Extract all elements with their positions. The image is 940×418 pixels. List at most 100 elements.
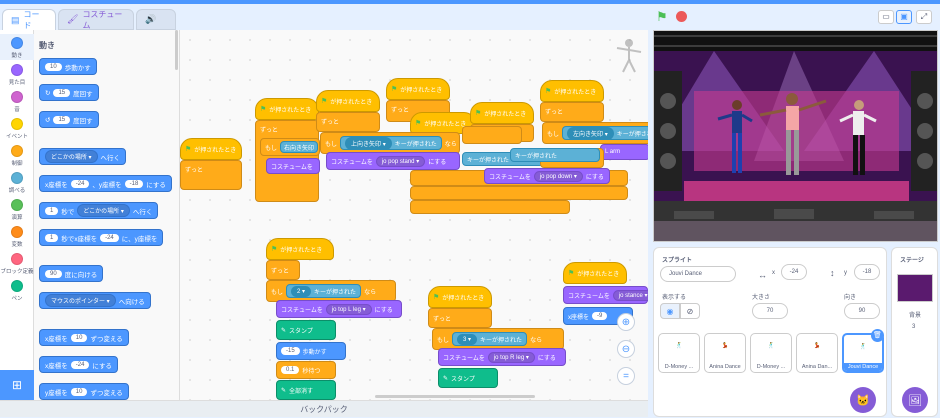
key-pressed-sensor[interactable]: 左向き矢印 ▾キーが押された xyxy=(562,126,648,140)
if-block[interactable] xyxy=(462,126,522,144)
key-pressed-sensor[interactable]: 右向き矢印 xyxy=(280,141,319,153)
category-6[interactable]: 演算 xyxy=(0,196,34,222)
steps-input[interactable]: -15 xyxy=(281,347,300,355)
goto-xy-block[interactable]: x座標を -24 、y座標を -18 にする xyxy=(39,175,172,192)
costume-dropdown[interactable]: jo top L leg ▾ xyxy=(325,303,372,315)
goto-block[interactable]: どこかの場所 ▾ へ行く xyxy=(39,148,127,165)
key-dropdown[interactable]: 2 ▾ xyxy=(291,285,312,297)
when-flag-clicked-block[interactable]: ⚑ が押されたとき xyxy=(255,98,319,120)
stop-button[interactable] xyxy=(676,11,687,22)
x-input[interactable]: -24 xyxy=(70,179,90,188)
large-stage-button[interactable]: ▣ xyxy=(896,10,912,24)
key-pressed-sensor[interactable]: 上向き矢印 ▾ キーが押された xyxy=(340,136,442,150)
category-0[interactable]: 動き xyxy=(0,34,34,60)
target-dropdown[interactable]: どこかの場所 ▾ xyxy=(77,204,130,217)
when-flag-clicked-block[interactable]: ⚑ が押されたとき xyxy=(266,238,334,260)
glide-xy-block[interactable]: 1 秒でx座標を -24 に、y座標を xyxy=(39,229,164,246)
erase-all-block[interactable]: ✎ 全部消す xyxy=(276,380,336,400)
category-1[interactable]: 見た目 xyxy=(0,61,34,87)
forever-block[interactable]: ずっと xyxy=(540,102,604,122)
palette-scrollbar[interactable] xyxy=(175,30,178,70)
sprite-tile[interactable]: 💃 Anina Dan... xyxy=(796,333,838,373)
tab-code[interactable]: ▤ コード xyxy=(2,9,56,30)
degrees-input[interactable]: 15 xyxy=(53,88,71,97)
category-5[interactable]: 調べる xyxy=(0,169,34,195)
script-area-scrollbar[interactable] xyxy=(375,395,535,398)
category-9[interactable]: ペン xyxy=(0,277,34,303)
if-block[interactable]: もし 右向き矢印 xyxy=(260,138,320,156)
backpack-bar[interactable]: バックパック xyxy=(0,400,648,417)
costume-dropdown[interactable]: jo pop down ▾ xyxy=(533,170,583,182)
green-flag-button[interactable]: ⚑ xyxy=(656,9,668,25)
costume-dropdown[interactable]: jo pop stand ▾ xyxy=(375,155,426,167)
degrees-input[interactable]: 15 xyxy=(53,115,71,124)
turn-left-block[interactable]: ↺ 15 度回す xyxy=(39,111,99,128)
switch-costume-block[interactable]: コスチュームを jo top R leg ▾ にする xyxy=(438,348,566,366)
category-8[interactable]: ブロック定義 xyxy=(0,250,34,276)
point-direction-block[interactable]: 90 度に向ける xyxy=(39,265,104,282)
stamp-block[interactable]: ✎ スタンプ xyxy=(438,368,498,388)
y-input[interactable]: 10 xyxy=(70,387,88,396)
costume-dropdown[interactable]: jo top R leg ▾ xyxy=(487,351,535,363)
stage-canvas[interactable] xyxy=(653,30,938,242)
seconds-input[interactable]: 1 xyxy=(45,206,59,215)
category-2[interactable]: 音 xyxy=(0,88,34,114)
sprite-name-field[interactable]: Jouvi Dance xyxy=(660,266,736,282)
glide-block[interactable]: 1 秒で どこかの場所 ▾ へ行く xyxy=(39,202,159,219)
sprite-tile[interactable]: 💃 Anina Dance xyxy=(704,333,746,373)
stamp-block[interactable]: ✎ スタンプ xyxy=(276,320,336,340)
move-steps-block[interactable]: -15 歩動かす xyxy=(276,342,346,360)
size-field[interactable]: 70 xyxy=(752,303,788,319)
target-dropdown[interactable]: どこかの場所 ▾ xyxy=(45,150,98,163)
tab-costumes[interactable]: 🖌 コスチューム xyxy=(58,9,134,30)
costume-dropdown[interactable]: jo stance ▾ xyxy=(612,289,648,301)
forever-block[interactable]: ずっと xyxy=(316,112,380,132)
seconds-input[interactable]: 1 xyxy=(45,233,59,242)
when-flag-clicked-block[interactable]: ⚑ が押されたとき xyxy=(540,80,604,102)
y-input[interactable]: -18 xyxy=(124,179,144,188)
zoom-in-button[interactable]: ⊕ xyxy=(617,313,635,331)
zoom-reset-button[interactable]: = xyxy=(617,367,635,385)
x-input[interactable]: -24 xyxy=(100,233,119,242)
forever-block[interactable]: ずっと xyxy=(428,308,492,328)
choose-sprite-button[interactable]: 🐱 xyxy=(850,387,876,413)
when-flag-clicked-block[interactable]: ⚑ が押されたとき xyxy=(180,138,242,160)
when-flag-clicked-block[interactable]: ⚑ が押されたとき xyxy=(563,262,627,284)
seconds-input[interactable]: 0.1 xyxy=(281,366,300,374)
hide-sprite-button[interactable]: ⊘ xyxy=(680,303,700,319)
switch-costume-block[interactable]: コスチュームを xyxy=(266,158,320,174)
point-towards-block[interactable]: マウスのポインター ▾ へ向ける xyxy=(39,292,151,309)
steps-input[interactable]: 10 xyxy=(45,62,62,71)
small-stage-button[interactable]: ▭ xyxy=(878,10,894,24)
category-4[interactable]: 制御 xyxy=(0,142,34,168)
if-block[interactable]: もし 2 ▾ キーが押された なら xyxy=(266,280,396,302)
key-dropdown[interactable]: 上向き矢印 ▾ xyxy=(345,136,392,150)
delete-sprite-button[interactable]: 🗑 xyxy=(871,329,884,342)
forever-block[interactable]: ずっと xyxy=(266,260,300,280)
direction-field[interactable]: 90 xyxy=(844,303,880,319)
tab-sounds[interactable]: 🔊 xyxy=(136,9,176,30)
key-pressed-sensor[interactable]: 2 ▾ キーが押された xyxy=(286,284,362,298)
forever-block[interactable] xyxy=(410,186,628,200)
switch-costume-block[interactable]: L arm xyxy=(600,144,648,160)
change-y-block[interactable]: y座標を 10 ずつ変える xyxy=(39,383,129,400)
x-input[interactable]: 10 xyxy=(70,333,88,342)
x-position-field[interactable]: -24 xyxy=(781,264,807,280)
x-input[interactable]: -9 xyxy=(592,312,608,320)
turn-right-block[interactable]: ↻ 15 度回す xyxy=(39,84,99,101)
target-dropdown[interactable]: マウスのポインター ▾ xyxy=(45,294,116,307)
when-flag-clicked-block[interactable]: ⚑ が押されたとき xyxy=(470,102,534,124)
forever-block[interactable]: ずっと xyxy=(180,160,242,190)
zoom-out-button[interactable]: ⊖ xyxy=(617,340,635,358)
wait-block[interactable]: 0.1 秒待つ xyxy=(276,361,336,379)
category-3[interactable]: イベント xyxy=(0,115,34,141)
if-block[interactable]: もし 3 ▾ キーが押された なら xyxy=(432,328,564,350)
fullscreen-icon[interactable]: ⤢ xyxy=(916,10,932,24)
move-steps-block[interactable]: 10 歩動かす xyxy=(39,58,97,75)
script-area[interactable]: ⚑ が押されたとき ずっと ⚑ が押されたとき ずっと もし 右向き矢印 コスチューム… xyxy=(180,30,648,400)
x-input[interactable]: -24 xyxy=(70,360,90,369)
switch-costume-block[interactable]: コスチュームを jo top L leg ▾ にする xyxy=(276,300,402,318)
change-x-block[interactable]: x座標を 10 ずつ変える xyxy=(39,329,129,346)
switch-costume-block[interactable]: コスチュームを jo pop down ▾ にする xyxy=(484,168,610,184)
if-block[interactable]: もし 上向き矢印 ▾ キーが押された なら xyxy=(320,132,460,154)
